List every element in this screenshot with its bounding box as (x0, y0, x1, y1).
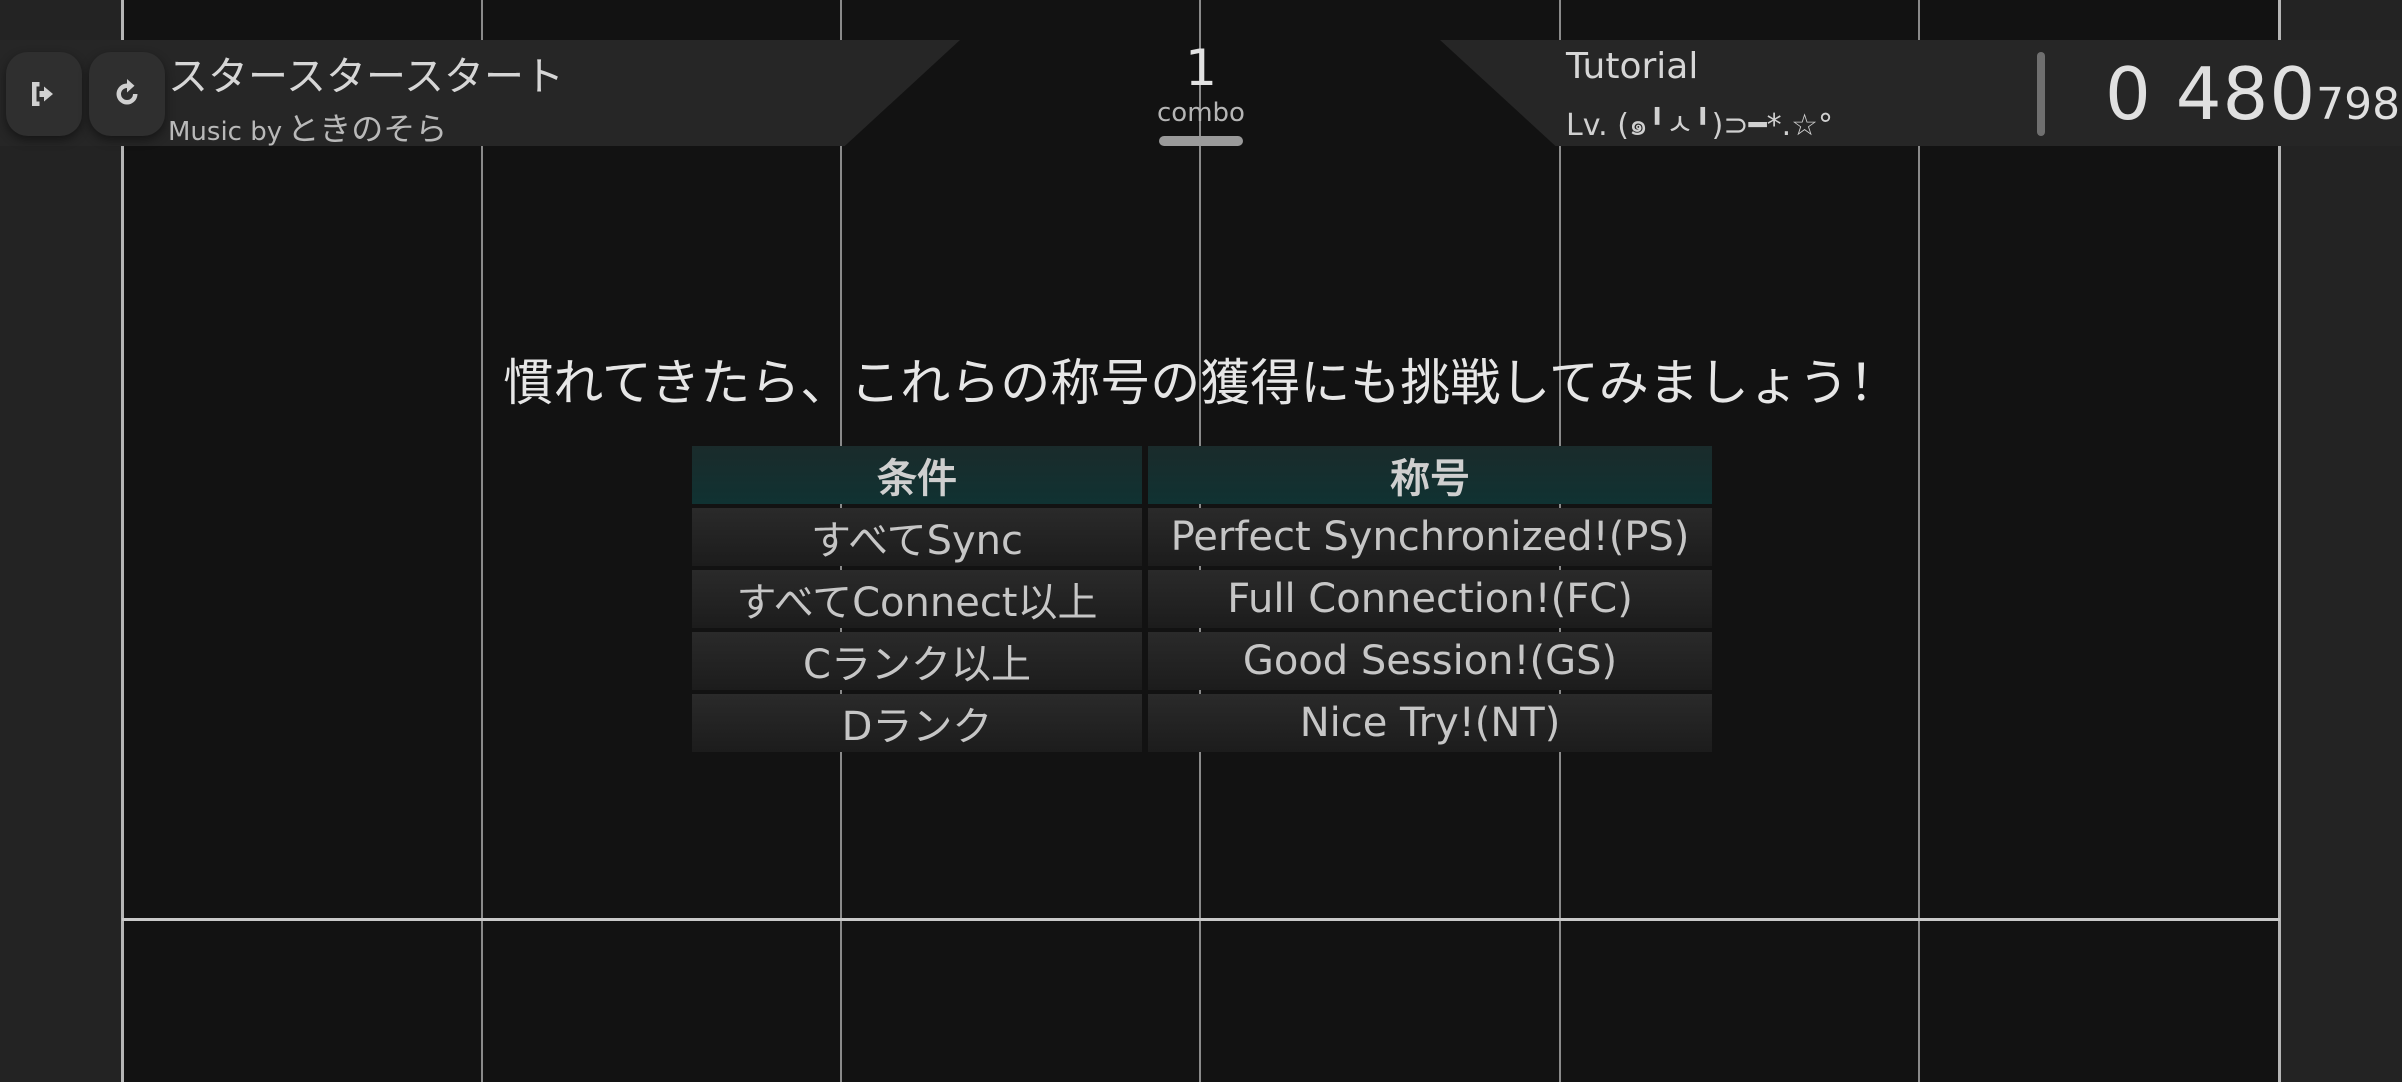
tutorial-message: 慣れてきたら、これらの称号の獲得にも挑戦してみましょう！ (503, 354, 1899, 412)
title-cell: Perfect Synchronized!(PS) (1148, 508, 1712, 566)
condition-cell: Dランク (692, 694, 1142, 752)
title-conditions-table: 条件 称号 すべてSync Perfect Synchronized!(PS) … (686, 442, 1718, 756)
score-separator (2037, 52, 2045, 136)
exit-button[interactable] (6, 52, 82, 136)
column-header-title: 称号 (1148, 446, 1712, 504)
song-credit: Music by ときのそら (168, 104, 447, 150)
song-title: スタースタースタート (168, 54, 564, 100)
combo-counter: 1 combo (1151, 38, 1251, 146)
column-header-condition: 条件 (692, 446, 1142, 504)
chart-name: Tutorial (1566, 46, 1699, 87)
title-cell: Nice Try!(NT) (1148, 694, 1712, 752)
table-row: すべてConnect以上 Full Connection!(FC) (692, 570, 1712, 628)
chart-level: Lv. (๑╹ㅅ╹)⊃━*.☆° (1566, 108, 1834, 143)
game-header: スタースタースタート Music by ときのそら 1 combo Tutori… (0, 0, 2402, 150)
title-cell: Full Connection!(FC) (1148, 570, 1712, 628)
score-main: 0 480 (2105, 52, 2317, 136)
exit-icon (32, 82, 53, 106)
combo-bar (1159, 136, 1243, 146)
judgement-line (122, 918, 2280, 921)
score-sub: 798 (2316, 79, 2401, 130)
game-screen: スタースタースタート Music by ときのそら 1 combo Tutori… (0, 0, 2402, 1082)
table-row: Dランク Nice Try!(NT) (692, 694, 1712, 752)
table-row: Cランク以上 Good Session!(GS) (692, 632, 1712, 690)
condition-cell: すべてSync (692, 508, 1142, 566)
title-cell: Good Session!(GS) (1148, 632, 1712, 690)
combo-label: combo (1157, 98, 1245, 128)
score-display: 0 480798 (2105, 52, 2400, 136)
artist-name: ときのそら (287, 110, 448, 148)
table-row: すべてSync Perfect Synchronized!(PS) (692, 508, 1712, 566)
artist-prefix: Music by (168, 117, 283, 147)
table-header-row: 条件 称号 (692, 446, 1712, 504)
retry-icon (116, 79, 138, 105)
combo-count: 1 (1185, 39, 1217, 97)
retry-button[interactable] (89, 52, 165, 136)
condition-cell: すべてConnect以上 (692, 570, 1142, 628)
condition-cell: Cランク以上 (692, 632, 1142, 690)
